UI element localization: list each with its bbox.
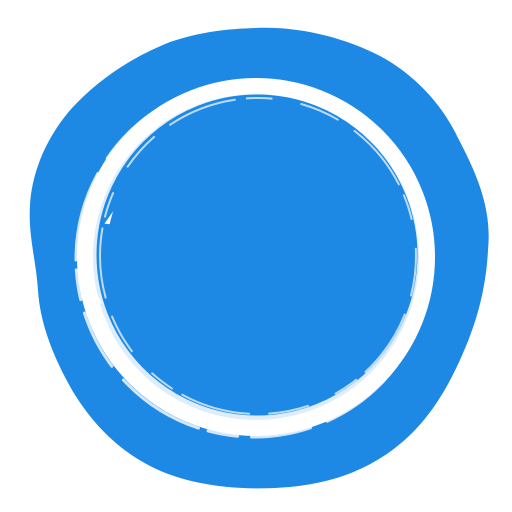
icon-canvas (0, 0, 512, 512)
inner-disc (106, 107, 406, 407)
wax-seal-icon (29, 27, 489, 489)
